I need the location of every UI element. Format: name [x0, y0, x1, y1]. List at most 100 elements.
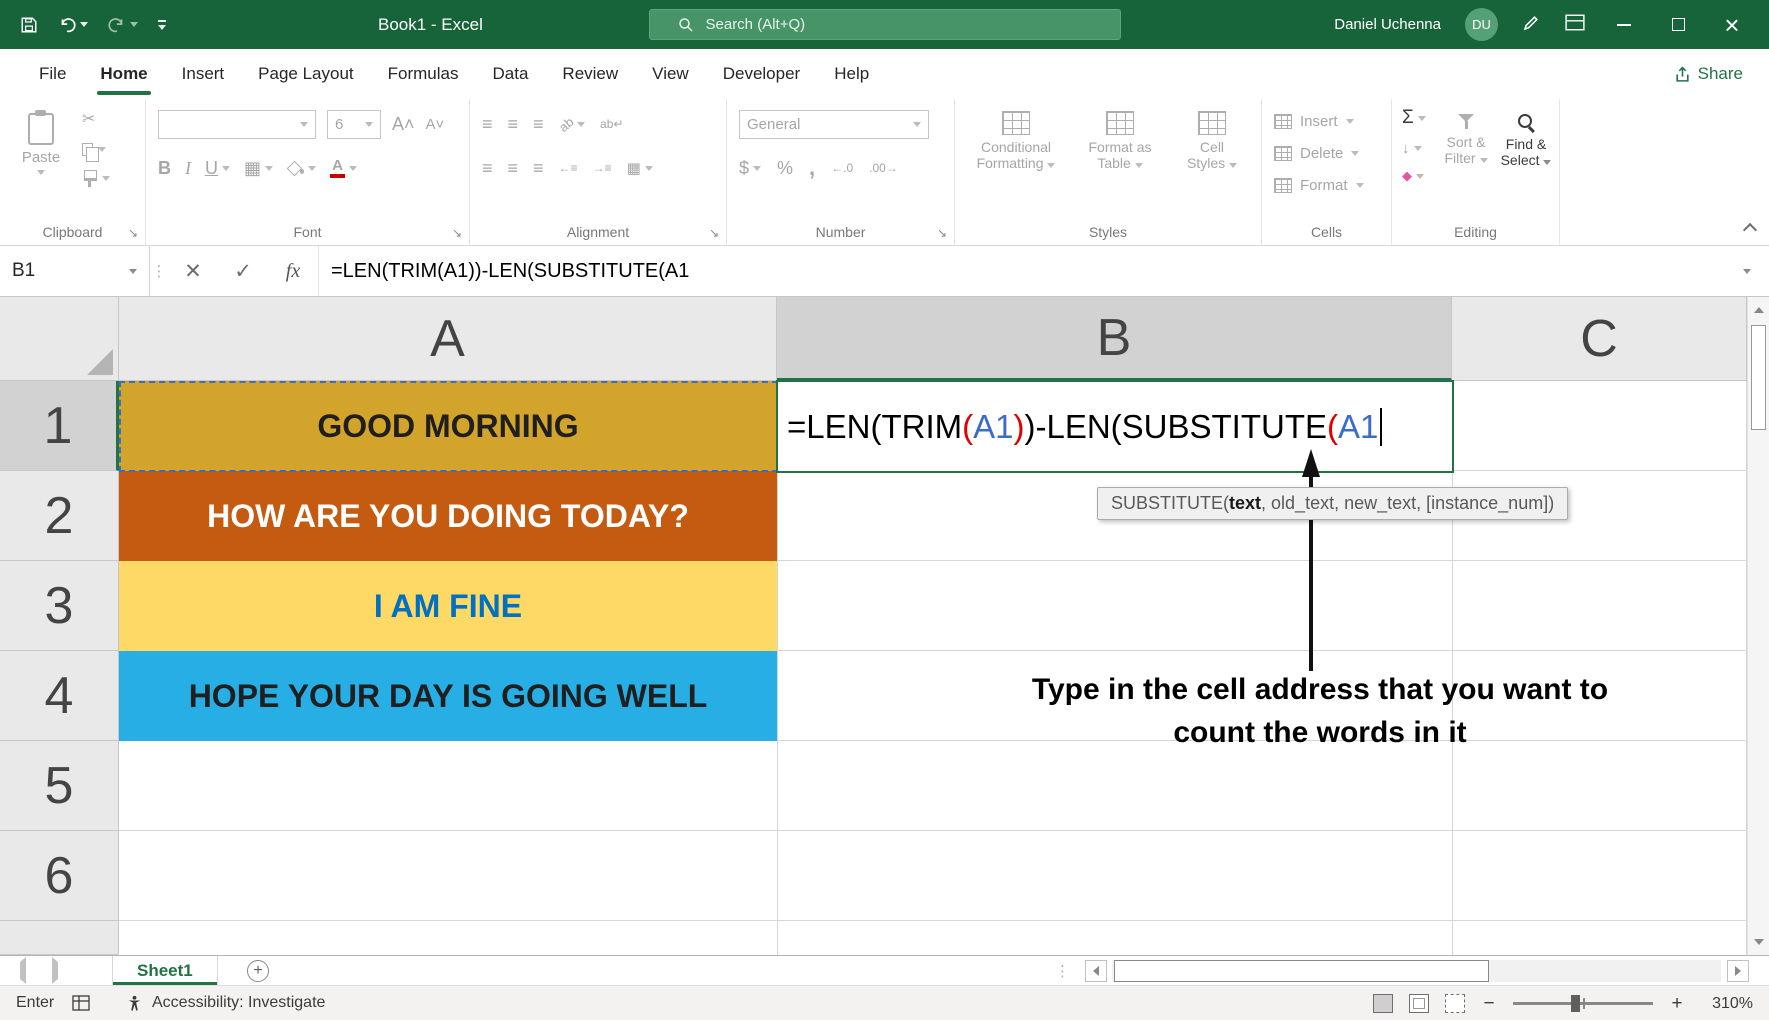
- align-right-button[interactable]: ≡: [533, 159, 544, 177]
- font-name-combobox[interactable]: [158, 110, 316, 139]
- undo-button[interactable]: [58, 16, 88, 34]
- bold-button[interactable]: B: [158, 158, 171, 179]
- tab-splitter-grip[interactable]: ⋮: [1055, 956, 1070, 986]
- horizontal-scrollbar[interactable]: [1112, 960, 1721, 982]
- column-header-a[interactable]: A: [119, 297, 777, 381]
- tab-page-layout[interactable]: Page Layout: [241, 49, 370, 99]
- wrap-text-button[interactable]: ab↵: [600, 117, 623, 131]
- orientation-button[interactable]: ab: [559, 117, 585, 132]
- tab-home[interactable]: Home: [83, 49, 164, 99]
- tab-insert[interactable]: Insert: [165, 49, 242, 99]
- cell-a2[interactable]: HOW ARE YOU DOING TODAY?: [119, 471, 777, 561]
- redo-dropdown-icon[interactable]: [130, 22, 138, 27]
- row-header-4[interactable]: 4: [0, 651, 119, 741]
- cell-styles-button[interactable]: CellStyles: [1174, 101, 1250, 171]
- clear-button[interactable]: ◆: [1402, 168, 1426, 184]
- increase-font-size-button[interactable]: A˄: [392, 114, 415, 135]
- percent-style-button[interactable]: %: [777, 158, 793, 179]
- inking-button[interactable]: [1522, 13, 1541, 37]
- expand-formula-bar-button[interactable]: [1725, 246, 1769, 296]
- font-dialog-launcher[interactable]: ↘: [452, 227, 462, 239]
- tab-formulas[interactable]: Formulas: [371, 49, 476, 99]
- clipboard-dialog-launcher[interactable]: ↘: [128, 227, 138, 239]
- paste-button[interactable]: Paste: [12, 103, 70, 175]
- paste-dropdown-icon[interactable]: [37, 170, 45, 175]
- select-all-corner[interactable]: [0, 297, 119, 381]
- tab-view[interactable]: View: [635, 49, 706, 99]
- center-button[interactable]: ≡: [508, 159, 519, 177]
- enter-button[interactable]: ✓: [218, 246, 268, 296]
- tab-help[interactable]: Help: [817, 49, 886, 99]
- align-left-button[interactable]: ≡: [482, 159, 493, 177]
- row-header-partial[interactable]: [0, 921, 119, 955]
- decrease-indent-button[interactable]: ←≡: [559, 161, 578, 175]
- name-box[interactable]: B1: [0, 246, 150, 296]
- sort-filter-button[interactable]: Sort &Filter: [1436, 103, 1496, 166]
- accessibility-checker-button[interactable]: Accessibility: Investigate: [126, 994, 325, 1012]
- delete-cells-button[interactable]: Delete: [1262, 137, 1391, 169]
- number-dialog-launcher[interactable]: ↘: [937, 227, 947, 239]
- row-header-3[interactable]: 3: [0, 561, 119, 651]
- accounting-format-button[interactable]: $: [739, 158, 761, 179]
- increase-indent-button[interactable]: →≡: [593, 161, 612, 175]
- format-cells-button[interactable]: Format: [1262, 169, 1391, 201]
- format-painter-button[interactable]: [82, 170, 110, 187]
- zoom-slider[interactable]: [1513, 1002, 1653, 1005]
- font-size-combobox[interactable]: 6: [327, 110, 381, 139]
- cell-a3[interactable]: I AM FINE: [119, 561, 777, 651]
- insert-cells-button[interactable]: Insert: [1262, 105, 1391, 137]
- row-header-1[interactable]: 1: [0, 381, 119, 471]
- bottom-align-button[interactable]: ≡: [533, 115, 544, 133]
- minimize-button[interactable]: [1609, 0, 1639, 49]
- decrease-decimal-button[interactable]: .00→: [869, 161, 898, 175]
- vertical-scrollbar-thumb[interactable]: [1751, 325, 1766, 430]
- sheet-tab-sheet1[interactable]: Sheet1: [112, 956, 218, 985]
- scroll-up-button[interactable]: [1748, 297, 1769, 323]
- page-break-preview-button[interactable]: [1445, 994, 1465, 1013]
- conditional-formatting-button[interactable]: ConditionalFormatting: [966, 101, 1066, 171]
- undo-dropdown-icon[interactable]: [80, 22, 88, 27]
- user-name[interactable]: Daniel Uchenna: [1334, 16, 1441, 33]
- page-layout-view-button[interactable]: [1409, 994, 1429, 1013]
- zoom-level[interactable]: 310%: [1701, 995, 1753, 1013]
- number-format-combobox[interactable]: General: [739, 110, 929, 139]
- new-sheet-button[interactable]: +: [247, 960, 269, 982]
- customize-quick-access-button[interactable]: [158, 20, 166, 30]
- alignment-dialog-launcher[interactable]: ↘: [709, 227, 719, 239]
- underline-button[interactable]: U: [205, 158, 230, 179]
- merge-center-button[interactable]: ▦: [627, 161, 653, 176]
- scroll-right-button[interactable]: [1727, 960, 1749, 982]
- redo-button[interactable]: [108, 16, 138, 34]
- fill-button[interactable]: ↓: [1402, 140, 1426, 157]
- zoom-slider-thumb[interactable]: [1571, 995, 1580, 1012]
- formula-input[interactable]: =LEN(TRIM(A1))-LEN(SUBSTITUTE(A1: [318, 246, 1725, 296]
- tab-developer[interactable]: Developer: [706, 49, 818, 99]
- decrease-font-size-button[interactable]: A˅: [426, 116, 445, 133]
- maximize-button[interactable]: [1663, 0, 1693, 49]
- tab-file[interactable]: File: [22, 49, 83, 99]
- comma-style-button[interactable]: ,: [809, 155, 815, 181]
- italic-button[interactable]: I: [185, 158, 191, 179]
- previous-sheet-button[interactable]: [20, 962, 26, 980]
- close-button[interactable]: ×: [1717, 0, 1747, 49]
- copy-button[interactable]: [82, 143, 110, 156]
- fill-color-button[interactable]: [287, 161, 316, 176]
- search-box[interactable]: Search (Alt+Q): [649, 9, 1121, 40]
- top-align-button[interactable]: ≡: [482, 115, 493, 133]
- column-header-c[interactable]: C: [1452, 297, 1747, 381]
- cell-b1-editing[interactable]: =LEN(TRIM ( A1 ) )-LEN(SUBSTITUTE ( A1: [776, 380, 1454, 473]
- insert-function-button[interactable]: fx: [268, 246, 318, 296]
- row-header-2[interactable]: 2: [0, 471, 119, 561]
- increase-decimal-button[interactable]: ←.0: [831, 161, 853, 175]
- cut-button[interactable]: ✂: [82, 109, 110, 129]
- cell-a1[interactable]: GOOD MORNING: [119, 381, 777, 471]
- zoom-out-button[interactable]: −: [1481, 993, 1497, 1015]
- horizontal-scrollbar-thumb[interactable]: [1114, 960, 1489, 982]
- save-button[interactable]: [20, 16, 38, 34]
- ribbon-display-options-button[interactable]: [1565, 14, 1585, 36]
- scroll-down-button[interactable]: [1748, 929, 1769, 955]
- macro-recording-button[interactable]: [72, 995, 90, 1011]
- cell-a4[interactable]: HOPE YOUR DAY IS GOING WELL: [119, 651, 777, 741]
- autosum-button[interactable]: Σ: [1402, 107, 1426, 129]
- cancel-button[interactable]: ✕: [168, 246, 218, 296]
